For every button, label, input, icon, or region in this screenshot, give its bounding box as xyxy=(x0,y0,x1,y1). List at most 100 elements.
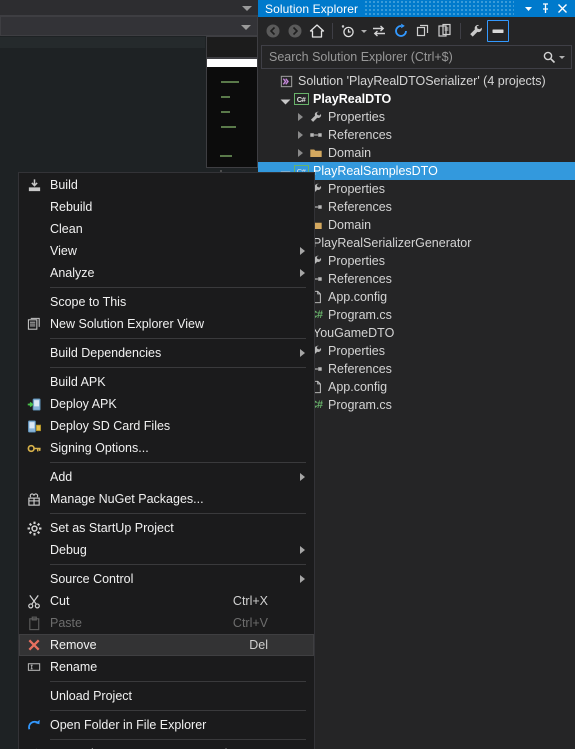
menu-item[interactable]: Add xyxy=(19,466,314,488)
menu-item-label: Add xyxy=(50,470,73,484)
menu-item-label: Open Folder in File Explorer xyxy=(50,718,207,732)
menu-item[interactable]: Source Control xyxy=(19,568,314,590)
tree-item-label: Program.cs xyxy=(328,398,392,412)
menu-item-label: Cut xyxy=(50,594,70,608)
chevron-down-icon[interactable] xyxy=(279,90,292,108)
tree-item-label: References xyxy=(328,128,392,142)
refresh-icon[interactable] xyxy=(390,20,412,42)
menu-item[interactable]: Set as StartUp Project xyxy=(19,517,314,539)
tree-item-label: References xyxy=(328,272,392,286)
menu-icon-placeholder xyxy=(19,262,50,284)
tree-item[interactable]: C# PlayRealDTO xyxy=(258,90,575,108)
menu-icon-placeholder xyxy=(19,466,50,488)
menu-item[interactable]: View xyxy=(19,240,314,262)
menu-separator xyxy=(50,513,306,514)
tree-item-label: Properties xyxy=(328,110,385,124)
editor-navigation-bar[interactable] xyxy=(0,16,258,36)
map-viewport-indicator[interactable] xyxy=(207,59,257,67)
menu-item-label: Analyze xyxy=(50,266,95,280)
chevron-down-icon[interactable] xyxy=(241,25,251,30)
pending-changes-filter-icon[interactable] xyxy=(337,20,359,42)
collapse-all-icon[interactable] xyxy=(412,20,434,42)
tree-item-label: YouGameDTO xyxy=(313,326,395,340)
tree-item-label: References xyxy=(328,200,392,214)
back-icon[interactable] xyxy=(262,20,284,42)
home-icon[interactable] xyxy=(306,20,328,42)
pin-icon[interactable] xyxy=(537,0,554,17)
chevron-down-icon[interactable] xyxy=(556,55,567,59)
paste-icon xyxy=(19,612,50,634)
show-all-files-icon[interactable] xyxy=(434,20,456,42)
forward-icon[interactable] xyxy=(284,20,306,42)
menu-icon-placeholder xyxy=(19,240,50,262)
search-icon[interactable] xyxy=(542,50,556,64)
menu-item[interactable]: Rebuild xyxy=(19,196,314,218)
tree-item-label: References xyxy=(328,362,392,376)
menu-item[interactable]: Rename xyxy=(19,656,314,678)
properties-icon[interactable] xyxy=(465,20,487,42)
tree-item[interactable]: References xyxy=(258,126,575,144)
menu-item[interactable]: Scope to This xyxy=(19,291,314,313)
preview-selected-items-icon[interactable] xyxy=(487,20,509,42)
menu-item[interactable]: Debug xyxy=(19,539,314,561)
editor-split-handle[interactable] xyxy=(206,36,447,92)
menu-item[interactable]: Build APK xyxy=(19,371,314,393)
chevron-right-icon[interactable] xyxy=(294,144,307,162)
menu-item[interactable]: Signing Options... xyxy=(19,437,314,459)
tree-item-label: App.config xyxy=(328,380,388,394)
menu-item-label: Unload Project xyxy=(50,689,132,703)
window-dropdown-icon[interactable] xyxy=(520,0,537,17)
search-box[interactable] xyxy=(261,45,572,69)
menu-separator xyxy=(50,338,306,339)
csharp-project-badge: C# xyxy=(293,93,309,105)
menu-item[interactable]: Unload Project xyxy=(19,685,314,707)
filter-dropdown-arrow[interactable] xyxy=(359,20,368,42)
menu-item[interactable]: Build Dependencies xyxy=(19,342,314,364)
menu-item[interactable]: Cut Ctrl+X xyxy=(19,590,314,612)
csharp-icon: C# xyxy=(292,90,310,108)
chevron-right-icon[interactable] xyxy=(294,126,307,144)
menu-separator xyxy=(50,710,306,711)
nuget-icon xyxy=(19,488,50,510)
tree-item[interactable]: Properties xyxy=(258,108,575,126)
menu-item[interactable]: Deploy APK xyxy=(19,393,314,415)
sync-with-active-document-icon[interactable] xyxy=(368,20,390,42)
menu-item-label: Manage NuGet Packages... xyxy=(50,492,204,506)
close-icon[interactable] xyxy=(554,0,571,17)
menu-item[interactable]: Deploy SD Card Files xyxy=(19,415,314,437)
tree-item[interactable]: Domain xyxy=(258,144,575,162)
menu-item[interactable]: Manage NuGet Packages... xyxy=(19,488,314,510)
toolbar-separator xyxy=(460,23,461,39)
menu-item[interactable]: PropertiesAlt+Enter xyxy=(19,743,314,749)
menu-item[interactable]: Clean xyxy=(19,218,314,240)
menu-item[interactable]: New Solution Explorer View xyxy=(19,313,314,335)
menu-item[interactable]: Build xyxy=(19,174,314,196)
menu-item-label: Rebuild xyxy=(50,200,93,214)
solution-explorer-title-bar[interactable]: Solution Explorer xyxy=(258,0,575,17)
editor-toolbar-upper xyxy=(0,0,258,16)
menu-item[interactable]: Remove Del xyxy=(19,634,314,656)
map-code-line xyxy=(220,155,232,157)
menu-icon-placeholder xyxy=(19,218,50,240)
chevron-down-icon[interactable] xyxy=(242,6,252,11)
gear-icon xyxy=(19,517,50,539)
menu-item[interactable]: Analyze xyxy=(19,262,314,284)
deploy-apk-icon xyxy=(19,393,50,415)
scrollbar-map-mode[interactable] xyxy=(206,58,258,172)
menu-icon-placeholder xyxy=(19,371,50,393)
drag-grip[interactable] xyxy=(364,0,514,17)
menu-item[interactable]: Open Folder in File Explorer xyxy=(19,714,314,736)
panel-title: Solution Explorer xyxy=(265,1,359,16)
menu-item: Paste Ctrl+V xyxy=(19,612,314,634)
menu-separator xyxy=(50,564,306,565)
menu-item-shortcut: Del xyxy=(249,638,268,652)
menu-item-label: Build xyxy=(50,178,78,192)
menu-icon-placeholder xyxy=(19,196,50,218)
tree-item[interactable]: Solution 'PlayRealDTOSerializer' (4 proj… xyxy=(258,72,575,90)
references-icon xyxy=(307,126,325,144)
project-context-menu[interactable]: Build Rebuild Clean View Analyze Scope to Thi… xyxy=(18,172,315,749)
tree-item-label: App.config xyxy=(328,290,388,304)
chevron-right-icon[interactable] xyxy=(294,108,307,126)
search-input[interactable] xyxy=(269,50,542,64)
